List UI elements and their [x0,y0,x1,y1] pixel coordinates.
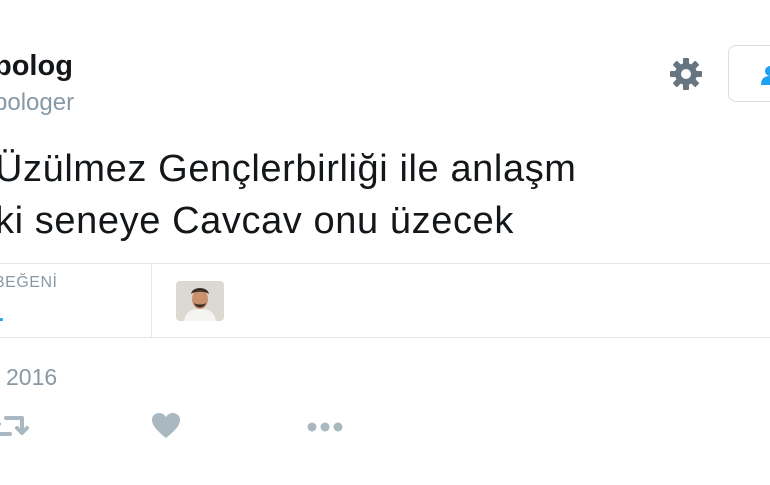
likes-label: BEĞENİ [0,274,58,291]
follow-button[interactable] [728,45,770,102]
divider [0,263,770,264]
retweet-icon[interactable] [0,410,30,442]
more-dots-icon[interactable] [304,410,346,442]
likes-count[interactable]: 1 [0,296,4,328]
avatar[interactable] [176,281,224,321]
heart-icon[interactable] [150,410,182,442]
tweet-text-line-2: ki seneye Cavcav onu üzecek [0,200,514,242]
tweet-detail: bolog bologer Üzülmez Gençlerbirliği ile… [0,0,770,485]
divider [0,337,770,338]
tweet-text: Üzülmez Gençlerbirliği ile anlaşm ki sen… [0,143,577,247]
gear-icon[interactable] [666,54,706,94]
user-handle[interactable]: bologer [0,89,74,117]
tweet-text-line-1: Üzülmez Gençlerbirliği ile anlaşm [0,148,577,190]
follow-person-icon [761,66,770,85]
divider [151,264,152,337]
tweet-date[interactable]: 2016 [6,364,57,391]
display-name[interactable]: bolog [0,50,73,83]
